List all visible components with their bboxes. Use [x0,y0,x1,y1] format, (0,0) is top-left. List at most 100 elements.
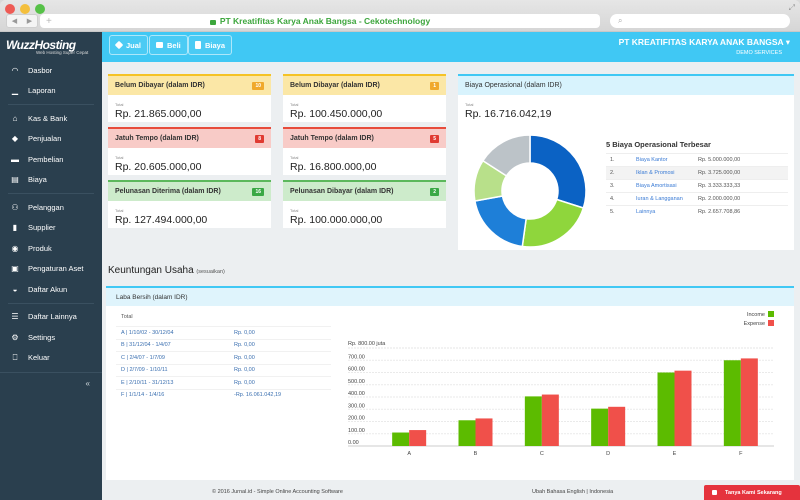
close-window-button[interactable] [5,4,15,14]
bar-income-a[interactable] [392,432,410,446]
rank: 3. [606,179,634,193]
sidebar-item-keluar[interactable]: ⎕ Keluar [0,348,102,369]
bar-income-c[interactable] [524,396,542,446]
net-profit-title: Laba Bersih (dalam IDR) [116,293,188,301]
search-icon: ⌕ [618,16,623,25]
top-bar: Jual Beli Biaya PT KREATIFITAS KARYA ANA… [102,32,800,62]
cost-amount: Rp. 2.657.708,86 [696,205,788,218]
legend-swatch-income [768,311,774,317]
summary-card[interactable]: Pelunasan Dibayar (dalam IDR) 2 Total Rp. 1… [283,180,446,228]
sidebar-item-biaya[interactable]: ▤ Biaya [0,170,102,191]
bar-expense-c[interactable] [541,394,559,446]
profit-adjust-link[interactable]: (sesuaikan) [196,269,224,275]
top5-costs: 5 Biaya Operasional Terbesar 1. Biaya Kan… [606,140,788,218]
bar-expense-e[interactable] [674,370,692,446]
cost-category-link[interactable]: Iuran & Langganan [634,192,696,206]
company-name: PT KREATIFITAS KARYA ANAK BANGSA ▾ [618,37,790,47]
cost-category-link[interactable]: Iklan & Promosi [634,166,696,180]
x-tick-label: E [673,451,677,457]
bar-income-d[interactable] [591,408,609,446]
period-amount[interactable]: Rp. 0,00 [234,367,331,373]
sidebar-item-pelanggan[interactable]: ⚇ Pelanggan [0,197,102,218]
cost-category-link[interactable]: Lainnya [634,205,696,218]
period-amount[interactable]: -Rp. 16.061.042,19 [234,392,331,398]
net-profit-card: Laba Bersih (dalam IDR) Total A | 1/10/0… [106,286,794,480]
summary-card[interactable]: Jatuh Tempo (dalam IDR) 8 Total Rp. 20.605.… [108,127,271,175]
sidebar-item-pengaturan-aset[interactable]: ▣ Pengaturan Aset [0,259,102,280]
logo[interactable]: WuzzHosting Web Hosting Super Cepat [0,32,102,60]
divider [8,104,94,105]
sidebar-item-settings[interactable]: ⚙ Settings [0,327,102,348]
operational-cost-header: Biaya Operasional (dalam IDR) [458,74,794,95]
bar-income-b[interactable] [458,420,476,446]
sidebar-item-laporan[interactable]: ▁ Laporan [0,81,102,102]
bar-income-f[interactable] [723,360,741,446]
minimize-window-button[interactable] [20,4,30,14]
legend-label-expense[interactable]: Expense [744,321,765,327]
bank-icon: ⌂ [12,113,18,123]
count-badge: 8 [255,134,264,143]
summary-card[interactable]: Belum Dibayar (dalam IDR) 1 Total Rp. 100.4… [283,74,446,122]
browser-search-input[interactable]: ⌕ [610,14,790,28]
back-icon[interactable]: ◀ [12,17,17,25]
bar-expense-a[interactable] [409,430,427,446]
biaya-button[interactable]: Biaya [188,35,233,55]
period-amount[interactable]: Rp. 0,00 [234,380,331,386]
period-link[interactable]: A | 1/10/02 - 30/12/04 [116,330,234,336]
sidebar-item-penjualan[interactable]: ◆ Penjualan [0,129,102,150]
bar-expense-d[interactable] [608,406,626,446]
jual-button[interactable]: Jual [109,35,149,55]
receipt-icon [195,41,201,49]
donut-slice[interactable] [521,198,585,248]
total-label: Total [115,208,124,213]
sidebar-item-dasbor[interactable]: ◠ Dasbor [0,60,102,81]
fullscreen-icon[interactable]: ⤢ [789,3,795,13]
period-link[interactable]: C | 2/4/07 - 1/7/09 [116,355,234,361]
donut-slice[interactable] [474,195,527,248]
summary-card[interactable]: Jatuh Tempo (dalam IDR) 5 Total Rp. 16.800.… [283,127,446,175]
summary-card[interactable]: Pelunasan Diterima (dalam IDR) 16 Total Rp.… [108,180,271,228]
maximize-window-button[interactable] [35,4,45,14]
divider [8,193,94,194]
collapse-sidebar-icon[interactable]: « [86,379,90,388]
bar-expense-b[interactable] [475,418,493,446]
period-amount[interactable]: Rp. 0,00 [234,342,331,348]
legend-label-income[interactable]: Income [747,312,765,318]
period-amount[interactable]: Rp. 0,00 [234,355,331,361]
profit-row: F | 1/1/14 - 1/4/16 -Rp. 16.061.042,19 [116,388,331,402]
rank: 4. [606,192,634,206]
profit-total-label: Total [121,314,133,320]
bar-expense-f[interactable] [740,358,758,446]
address-bar[interactable]: + PT Kreatifitas Karya Anak Bangsa - Cek… [40,14,600,28]
cost-amount: Rp. 5.000.000,00 [696,153,788,167]
top5-row: 5. Lainnya Rp. 2.657.708,86 [606,205,788,218]
y-tick-label: 400.00 [348,391,365,397]
company-switcher[interactable]: PT KREATIFITAS KARYA ANAK BANGSA ▾ DEMO … [619,37,790,56]
summary-card-value: Rp. 100.000.000,00 [290,214,383,226]
donut-slice[interactable] [529,134,587,209]
period-link[interactable]: B | 31/12/04 - 1/4/07 [116,342,234,348]
sidebar-item-produk[interactable]: ◉ Produk [0,238,102,259]
cost-category-link[interactable]: Biaya Kantor [634,153,696,167]
sidebar-item-supplier[interactable]: ▮ Supplier [0,218,102,239]
period-link[interactable]: F | 1/1/14 - 1/4/16 [116,392,234,398]
sidebar-item-daftar-akun[interactable]: ◒ Daftar Akun [0,279,102,300]
period-link[interactable]: E | 2/10/11 - 31/12/13 [116,380,234,386]
period-amount[interactable]: Rp. 0,00 [234,330,331,336]
sidebar-item-kas-bank[interactable]: ⌂ Kas & Bank [0,108,102,129]
period-link[interactable]: D | 2/7/09 - 1/10/11 [116,367,234,373]
card-icon: ▬ [11,154,19,164]
sidebar-item-label: Daftar Lainnya [28,312,77,322]
cost-category-link[interactable]: Biaya Amortisasi [634,179,696,193]
chat-button[interactable]: Tanya Kami Sekarang [704,485,800,500]
sidebar-item-pembelian[interactable]: ▬ Pembelian [0,149,102,170]
new-tab-button[interactable]: + [46,16,52,27]
forward-icon[interactable]: ▶ [27,17,32,25]
language-switcher[interactable]: Ubah Bahasa English | Indonesia [532,489,613,495]
beli-button[interactable]: Beli [149,35,188,55]
sidebar-item-daftar-lainnya[interactable]: ☰ Daftar Lainnya [0,307,102,328]
count-badge: 2 [430,187,439,196]
bar-income-e[interactable] [657,372,675,447]
summary-card-header: Belum Dibayar (dalam IDR) 10 [108,74,271,95]
summary-card[interactable]: Belum Dibayar (dalam IDR) 10 Total Rp. 21.8… [108,74,271,122]
